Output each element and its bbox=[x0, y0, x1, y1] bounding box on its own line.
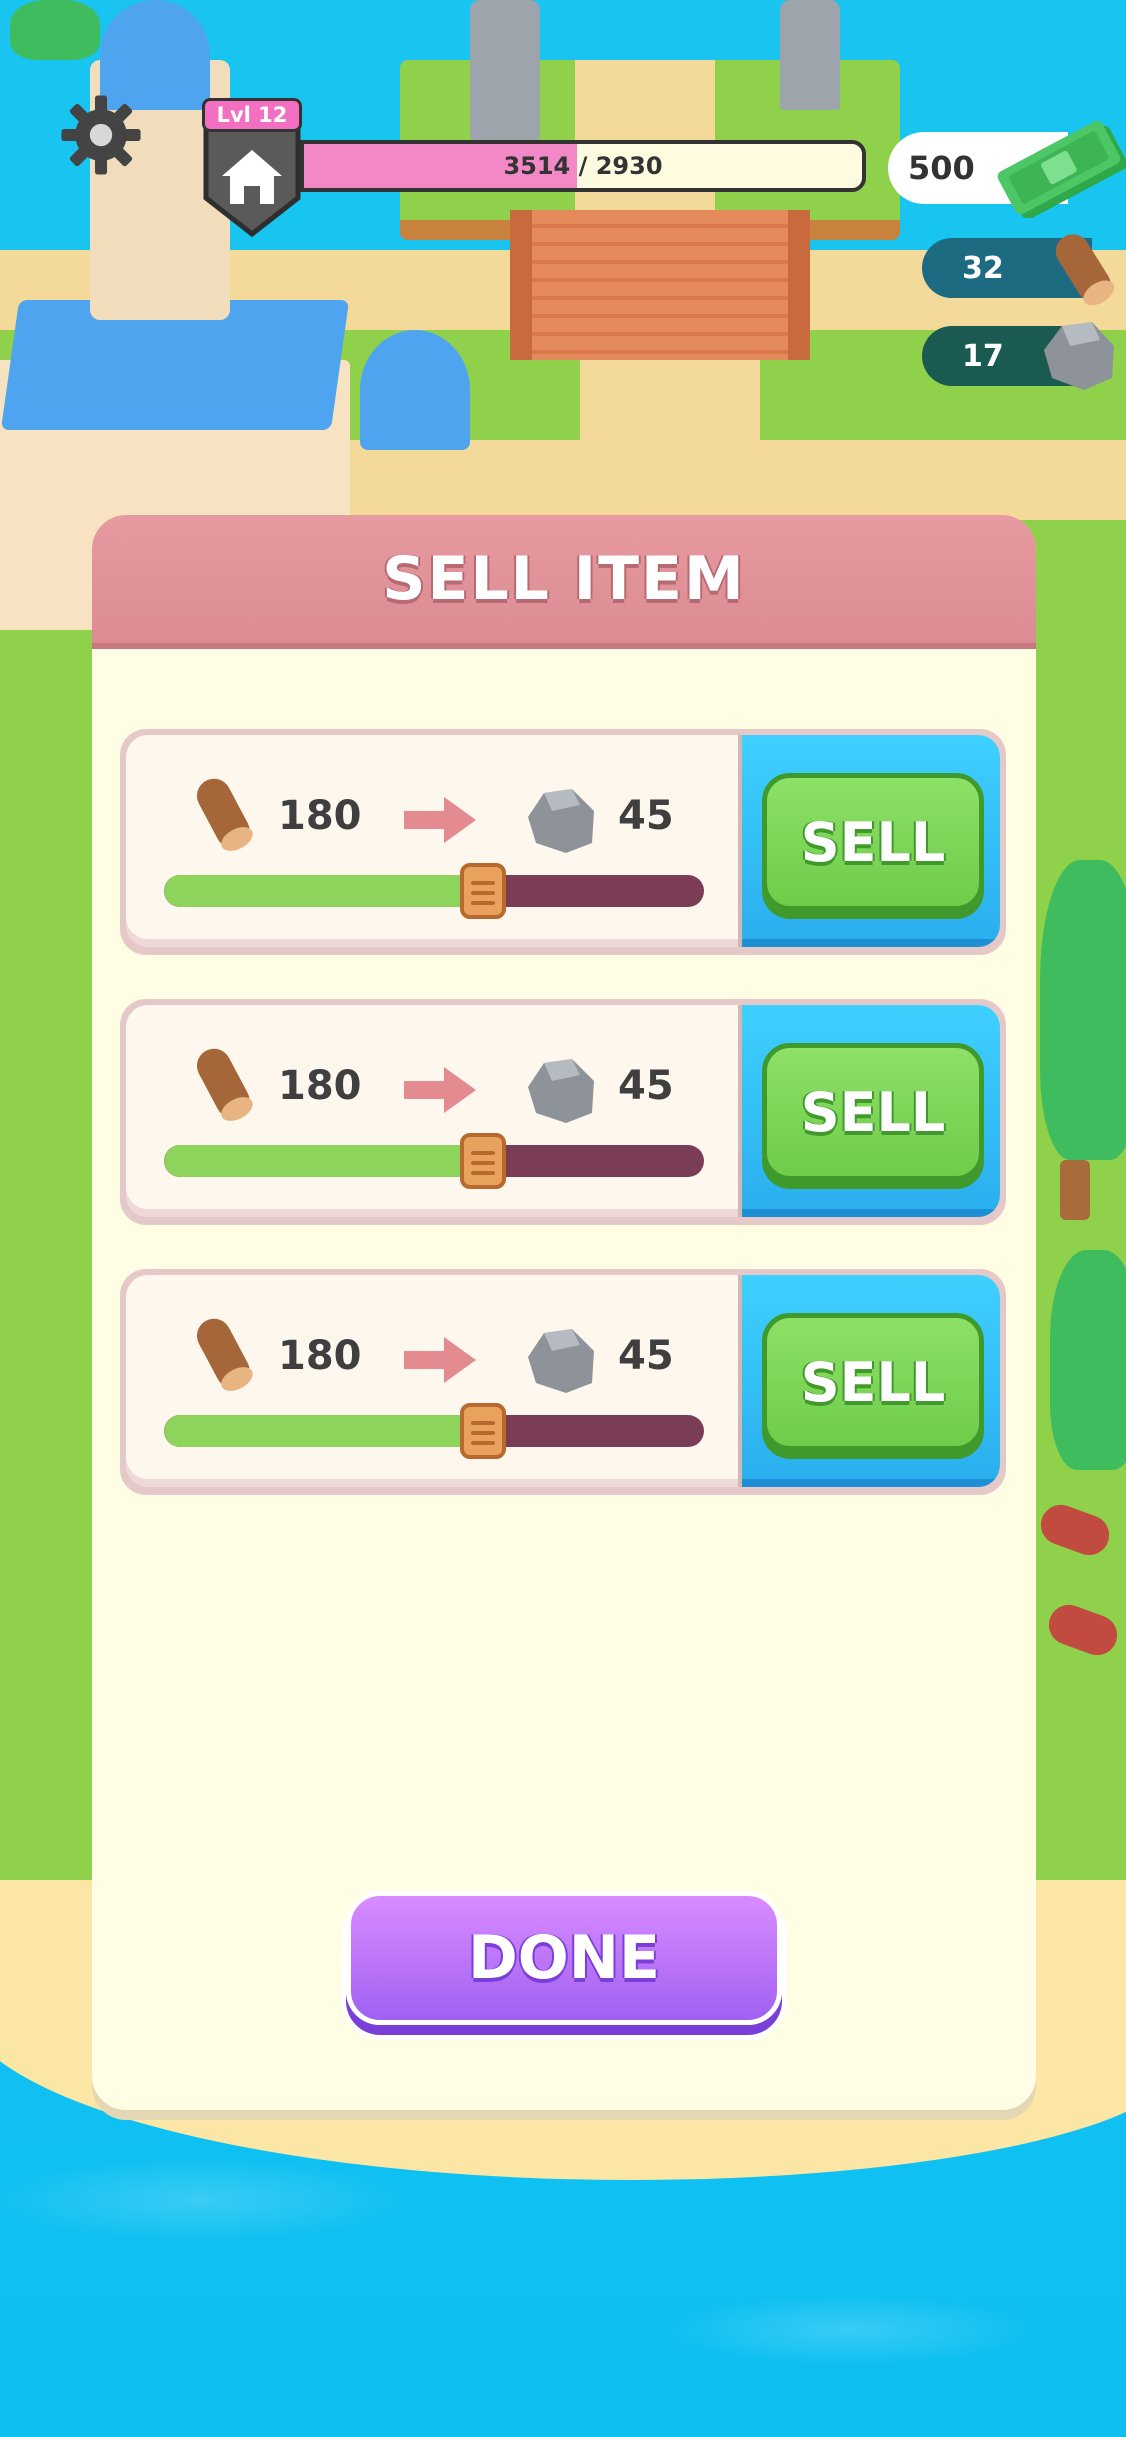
stone-icon bbox=[528, 789, 594, 853]
wood-count: 32 bbox=[962, 250, 1004, 286]
sell-button[interactable]: SELL bbox=[762, 1043, 984, 1181]
sell-button-label: SELL bbox=[800, 1080, 946, 1144]
offer-details: 180 45 bbox=[126, 1275, 738, 1487]
wood-log-icon bbox=[196, 1048, 253, 1121]
done-button-label: DONE bbox=[467, 1923, 660, 1993]
stone-icon bbox=[528, 1329, 594, 1393]
tree bbox=[1050, 1250, 1126, 1470]
give-amount: 180 bbox=[278, 1333, 362, 1379]
stone-icon bbox=[1044, 322, 1114, 390]
gear-icon bbox=[61, 95, 141, 175]
stone-icon bbox=[528, 1059, 594, 1123]
sell-item-panel: SELL ITEM 180 45 SELL 180 45 SELL 180 45… bbox=[92, 515, 1036, 2110]
amount-slider-track[interactable] bbox=[164, 1145, 704, 1177]
xp-progress-text: 3514 / 2930 bbox=[503, 152, 663, 180]
xp-progress-bar: 3514 / 2930 bbox=[300, 140, 866, 192]
sell-button-area: SELL bbox=[738, 1275, 1000, 1487]
amount-slider-fill bbox=[164, 875, 483, 907]
wood-log-icon bbox=[196, 1318, 253, 1391]
get-amount: 45 bbox=[618, 1063, 674, 1109]
offer-details: 180 45 bbox=[126, 735, 738, 947]
rock-pillar bbox=[470, 0, 540, 140]
arrow-right-icon bbox=[404, 1337, 476, 1383]
cash-amount: 500 bbox=[908, 149, 975, 187]
tree bbox=[1040, 860, 1126, 1160]
get-amount: 45 bbox=[618, 793, 674, 839]
amount-slider-fill bbox=[164, 1145, 483, 1177]
sell-button-area: SELL bbox=[738, 1005, 1000, 1217]
stone-count: 17 bbox=[962, 338, 1004, 374]
amount-slider-handle[interactable] bbox=[459, 1403, 506, 1459]
arrow-right-icon bbox=[404, 797, 476, 843]
tree bbox=[10, 0, 100, 60]
give-amount: 180 bbox=[278, 1063, 362, 1109]
sell-offer-row: 180 45 SELL bbox=[120, 999, 1006, 1225]
sell-button-label: SELL bbox=[800, 1350, 946, 1414]
amount-slider-track[interactable] bbox=[164, 1415, 704, 1447]
amount-slider-track[interactable] bbox=[164, 875, 704, 907]
small-tower-roof bbox=[360, 330, 470, 450]
panel-title: SELL ITEM bbox=[382, 544, 746, 614]
sell-button-area: SELL bbox=[738, 735, 1000, 947]
wood-log-icon bbox=[196, 778, 253, 851]
sell-offer-row: 180 45 SELL bbox=[120, 1269, 1006, 1495]
arrow-right-icon bbox=[404, 1067, 476, 1113]
home-shield-icon bbox=[203, 121, 301, 238]
wooden-bridge bbox=[510, 210, 810, 360]
sell-button[interactable]: SELL bbox=[762, 773, 984, 911]
sell-offer-row: 180 45 SELL bbox=[120, 729, 1006, 955]
amount-slider-fill bbox=[164, 1415, 483, 1447]
settings-button[interactable] bbox=[58, 92, 144, 178]
done-button[interactable]: DONE bbox=[346, 1891, 782, 2025]
level-label: Lvl 12 bbox=[202, 98, 302, 132]
amount-slider-handle[interactable] bbox=[459, 863, 506, 919]
get-amount: 45 bbox=[618, 1333, 674, 1379]
offer-details: 180 45 bbox=[126, 1005, 738, 1217]
amount-slider-handle[interactable] bbox=[459, 1133, 506, 1189]
sell-button-label: SELL bbox=[800, 810, 946, 874]
wood-log-icon bbox=[1055, 234, 1115, 306]
rock-pillar bbox=[780, 0, 840, 110]
cash-stack-icon bbox=[997, 120, 1126, 218]
tree-trunk bbox=[1060, 1160, 1090, 1220]
panel-header: SELL ITEM bbox=[92, 515, 1036, 649]
level-badge[interactable]: Lvl 12 bbox=[202, 98, 302, 238]
give-amount: 180 bbox=[278, 793, 362, 839]
sell-button[interactable]: SELL bbox=[762, 1313, 984, 1451]
